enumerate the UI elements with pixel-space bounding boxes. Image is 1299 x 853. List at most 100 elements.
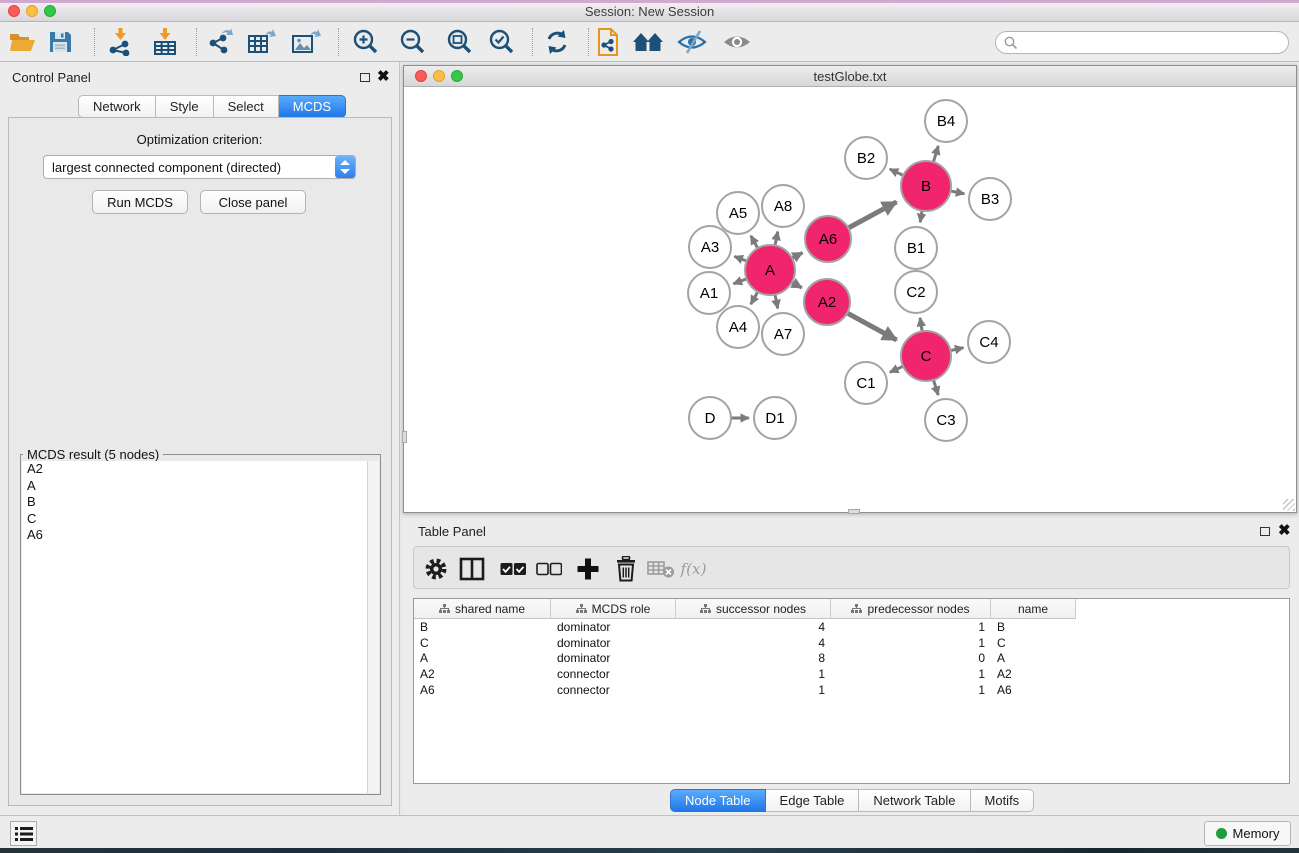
cell-predecessor-nodes[interactable]: 1 (831, 620, 991, 634)
memory-button[interactable]: Memory (1204, 821, 1291, 846)
cell-name[interactable]: A6 (991, 683, 1076, 697)
cell-mcds-role[interactable]: dominator (551, 620, 676, 634)
cell-successor-nodes[interactable]: 4 (676, 620, 831, 634)
graph-node-A3[interactable]: A3 (689, 226, 731, 268)
graph-node-A7[interactable]: A7 (762, 313, 804, 355)
cell-shared-name[interactable]: C (414, 636, 551, 650)
result-item[interactable]: C (22, 511, 367, 528)
cell-successor-nodes[interactable]: 4 (676, 636, 831, 650)
tab-style[interactable]: Style (156, 95, 214, 118)
add-column-icon[interactable] (572, 554, 604, 584)
columns-icon[interactable] (456, 554, 488, 584)
zoom-selected-icon[interactable] (485, 27, 519, 57)
graph-node-A4[interactable]: A4 (717, 306, 759, 348)
close-table-panel-icon[interactable]: ✖ (1278, 525, 1291, 537)
cell-successor-nodes[interactable]: 8 (676, 651, 831, 665)
cell-name[interactable]: C (991, 636, 1076, 650)
run-mcds-button[interactable]: Run MCDS (92, 190, 188, 214)
window-resize-grip[interactable] (848, 509, 860, 514)
task-list-button[interactable] (10, 821, 37, 846)
table-row[interactable]: C dominator 4 1 C (414, 635, 1289, 651)
import-network-icon[interactable] (103, 27, 137, 57)
edge-A6-B[interactable] (846, 202, 896, 229)
cell-name[interactable]: A (991, 651, 1076, 665)
toolbar-search-field[interactable] (995, 31, 1289, 54)
home-icon[interactable] (631, 27, 665, 57)
result-item[interactable]: A2 (22, 461, 367, 478)
graph-node-C3[interactable]: C3 (925, 399, 967, 441)
show-eye-icon[interactable] (720, 27, 754, 57)
graph-node-B3[interactable]: B3 (969, 178, 1011, 220)
graph-node-C4[interactable]: C4 (968, 321, 1010, 363)
table-row[interactable]: A dominator 8 0 A (414, 651, 1289, 667)
float-table-panel-icon[interactable] (1260, 527, 1270, 536)
cell-shared-name[interactable]: A2 (414, 667, 551, 681)
cell-predecessor-nodes[interactable]: 1 (831, 636, 991, 650)
graph-node-D1[interactable]: D1 (754, 397, 796, 439)
cell-shared-name[interactable]: A6 (414, 683, 551, 697)
graph-node-A2[interactable]: A2 (804, 279, 850, 325)
float-panel-icon[interactable] (360, 73, 370, 82)
network-canvas[interactable]: AA1A2A3A4A5A6A7A8BB1B2B3B4CC1C2C3C4DD1 (404, 87, 1296, 512)
window-resize-corner-grip[interactable] (1283, 499, 1295, 511)
close-panel-icon[interactable]: ✖ (377, 71, 390, 83)
graph-node-A[interactable]: A (745, 245, 795, 295)
node-table[interactable]: shared name MCDS role successor nodes pr… (413, 598, 1290, 784)
cell-name[interactable]: B (991, 620, 1076, 634)
zoom-out-icon[interactable] (396, 27, 430, 57)
cell-mcds-role[interactable]: dominator (551, 651, 676, 665)
network-window-titlebar[interactable]: testGlobe.txt (404, 66, 1296, 87)
delete-table-icon[interactable] (645, 554, 677, 584)
optimization-criterion-dropdown[interactable]: largest connected component (directed) (43, 155, 356, 179)
open-folder-icon[interactable] (5, 27, 39, 57)
tab-motifs[interactable]: Motifs (971, 789, 1035, 812)
export-table-icon[interactable] (245, 27, 279, 57)
column-header-shared-name[interactable]: shared name (414, 599, 551, 619)
graph-node-B2[interactable]: B2 (845, 137, 887, 179)
hide-eye-icon[interactable] (675, 27, 709, 57)
cell-successor-nodes[interactable]: 1 (676, 667, 831, 681)
tab-edge-table[interactable]: Edge Table (766, 789, 860, 812)
export-network-icon[interactable] (203, 27, 237, 57)
cell-predecessor-nodes[interactable]: 1 (831, 667, 991, 681)
cell-mcds-role[interactable]: connector (551, 683, 676, 697)
zoom-in-icon[interactable] (349, 27, 383, 57)
zoom-fit-icon[interactable] (443, 27, 477, 57)
network-graph[interactable]: AA1A2A3A4A5A6A7A8BB1B2B3B4CC1C2C3C4DD1 (404, 87, 1296, 512)
graph-node-C[interactable]: C (901, 331, 951, 381)
cell-predecessor-nodes[interactable]: 1 (831, 683, 991, 697)
graph-node-C2[interactable]: C2 (895, 271, 937, 313)
graph-node-A6[interactable]: A6 (805, 216, 851, 262)
close-panel-button[interactable]: Close panel (200, 190, 306, 214)
graph-node-B1[interactable]: B1 (895, 227, 937, 269)
graph-node-C1[interactable]: C1 (845, 362, 887, 404)
search-input[interactable] (1022, 36, 1288, 50)
refresh-icon[interactable] (540, 27, 574, 57)
tab-network[interactable]: Network (78, 95, 156, 118)
graph-node-B[interactable]: B (901, 161, 951, 211)
table-row[interactable]: B dominator 4 1 B (414, 619, 1289, 635)
cell-mcds-role[interactable]: dominator (551, 636, 676, 650)
cell-mcds-role[interactable]: connector (551, 667, 676, 681)
cell-predecessor-nodes[interactable]: 0 (831, 651, 991, 665)
tab-node-table[interactable]: Node Table (670, 789, 766, 812)
deselect-checkboxes-icon[interactable] (533, 554, 565, 584)
graph-node-A8[interactable]: A8 (762, 185, 804, 227)
import-table-icon[interactable] (148, 27, 182, 57)
graph-node-D[interactable]: D (689, 397, 731, 439)
result-list-scrollbar[interactable] (367, 461, 379, 793)
edge-A2-C[interactable] (845, 312, 896, 340)
export-image-icon[interactable] (289, 27, 323, 57)
table-row[interactable]: A2 connector 1 1 A2 (414, 666, 1289, 682)
column-header-mcds-role[interactable]: MCDS role (551, 599, 676, 619)
cell-successor-nodes[interactable]: 1 (676, 683, 831, 697)
save-icon[interactable] (43, 27, 77, 57)
result-item[interactable]: B (22, 494, 367, 511)
mcds-result-list[interactable]: A2 A B C A6 (22, 461, 367, 793)
window-resize-grip[interactable] (402, 431, 407, 443)
settings-gear-icon[interactable] (420, 554, 452, 584)
result-item[interactable]: A (22, 478, 367, 495)
tab-mcds[interactable]: MCDS (279, 95, 346, 118)
graph-node-B4[interactable]: B4 (925, 100, 967, 142)
result-item[interactable]: A6 (22, 527, 367, 544)
